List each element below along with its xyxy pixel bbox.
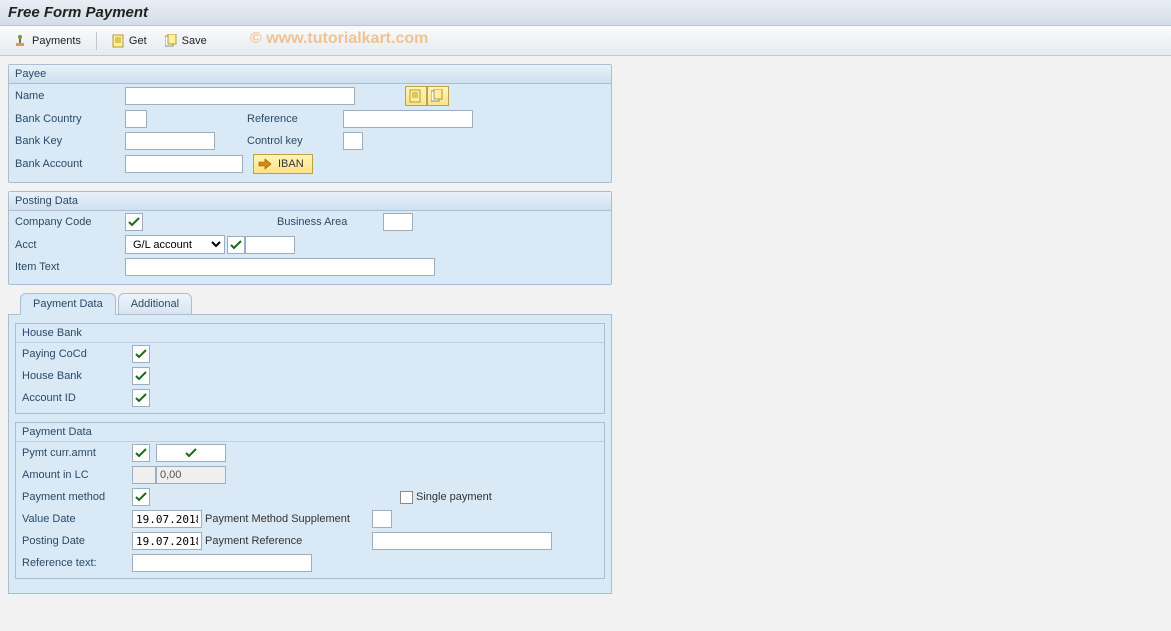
toolbar: Payments Get Save © www.tutorialkart.com [0, 26, 1171, 56]
pymt-amnt-input[interactable] [156, 444, 226, 462]
pymt-curr-input[interactable] [132, 444, 150, 462]
iban-label: IBAN [278, 158, 304, 170]
house-bank-label: House Bank [22, 370, 132, 382]
paying-cocd-input[interactable] [132, 345, 150, 363]
house-bank-header: House Bank [16, 324, 604, 343]
save-button[interactable]: Save [158, 31, 214, 51]
get-button[interactable]: Get [105, 31, 154, 51]
pymt-curr-amnt-label: Pymt curr.amnt [22, 447, 132, 459]
page-title: Free Form Payment [0, 0, 1171, 26]
check-icon [135, 392, 147, 404]
select-doc-button[interactable] [405, 86, 427, 106]
arrow-right-icon [258, 158, 272, 170]
account-id-input[interactable] [132, 389, 150, 407]
company-code-input[interactable] [125, 213, 143, 231]
save-label: Save [182, 35, 207, 47]
watermark: © www.tutorialkart.com [250, 30, 428, 48]
name-label: Name [15, 90, 125, 102]
house-bank-input[interactable] [132, 367, 150, 385]
posting-header: Posting Data [9, 192, 611, 211]
check-icon [230, 239, 242, 251]
account-id-label: Account ID [22, 392, 132, 404]
tabstrip: Payment Data Additional [8, 293, 612, 315]
acct-value-input[interactable] [245, 236, 295, 254]
tab-additional[interactable]: Additional [118, 293, 192, 315]
control-key-input[interactable] [343, 132, 363, 150]
acct-label: Acct [15, 239, 125, 251]
payment-method-label: Payment method [22, 491, 132, 503]
payment-ref-label: Payment Reference [202, 535, 372, 547]
house-bank-group: House Bank Paying CoCd House Bank Accoun… [15, 323, 605, 414]
bank-account-input[interactable] [125, 155, 243, 173]
payments-button[interactable]: Payments [8, 31, 88, 51]
value-date-label: Value Date [22, 513, 132, 525]
check-icon [135, 348, 147, 360]
copy-button[interactable] [427, 86, 449, 106]
check-icon [185, 447, 197, 459]
amount-in-lc-label: Amount in LC [22, 469, 132, 481]
doc-icon [409, 89, 423, 103]
payment-data-subgroup: Payment Data Pymt curr.amnt Amount in LC… [15, 422, 605, 579]
posting-data-group: Posting Data Company Code Business Area … [8, 191, 612, 285]
single-payment-label: Single payment [413, 491, 492, 503]
acct-input[interactable] [227, 236, 245, 254]
item-text-label: Item Text [15, 261, 125, 273]
reference-text-input[interactable] [132, 554, 312, 572]
check-icon [128, 216, 140, 228]
acct-type-select[interactable]: G/L account [125, 235, 225, 254]
name-input[interactable] [125, 87, 355, 105]
pms-input[interactable] [372, 510, 392, 528]
iban-button[interactable]: IBAN [253, 154, 313, 174]
control-key-label: Control key [243, 135, 343, 147]
pms-label: Payment Method Supplement [202, 513, 372, 525]
bank-account-label: Bank Account [15, 158, 125, 170]
tab-payment-data[interactable]: Payment Data [20, 293, 116, 315]
bank-country-label: Bank Country [15, 113, 125, 125]
posting-date-label: Posting Date [22, 535, 132, 547]
copy-icon [165, 34, 179, 48]
amount-lc-curr-input [132, 466, 156, 484]
business-area-input[interactable] [383, 213, 413, 231]
bank-country-input[interactable] [125, 110, 147, 128]
payee-header: Payee [9, 65, 611, 84]
amount-lc-val-input [156, 466, 226, 484]
bank-key-label: Bank Key [15, 135, 125, 147]
payee-group: Payee Name Bank Country Reference Bank K… [8, 64, 612, 183]
tree-icon [15, 34, 29, 48]
bank-key-input[interactable] [125, 132, 215, 150]
posting-date-input[interactable] [132, 532, 202, 550]
copy-icon [431, 89, 445, 103]
single-payment-checkbox[interactable] [400, 491, 413, 504]
check-icon [135, 491, 147, 503]
toolbar-separator [96, 32, 97, 50]
check-icon [135, 370, 147, 382]
reference-input[interactable] [343, 110, 473, 128]
doc-icon [112, 34, 126, 48]
item-text-input[interactable] [125, 258, 435, 276]
value-date-input[interactable] [132, 510, 202, 528]
payment-ref-input[interactable] [372, 532, 552, 550]
tab-body: House Bank Paying CoCd House Bank Accoun… [8, 314, 612, 594]
reference-text-label: Reference text: [22, 557, 132, 569]
paying-cocd-label: Paying CoCd [22, 348, 132, 360]
company-code-label: Company Code [15, 216, 125, 228]
payments-label: Payments [32, 35, 81, 47]
business-area-label: Business Area [273, 216, 383, 228]
payment-data-header: Payment Data [16, 423, 604, 442]
get-label: Get [129, 35, 147, 47]
reference-label: Reference [243, 113, 343, 125]
payment-method-input[interactable] [132, 488, 150, 506]
check-icon [135, 447, 147, 459]
